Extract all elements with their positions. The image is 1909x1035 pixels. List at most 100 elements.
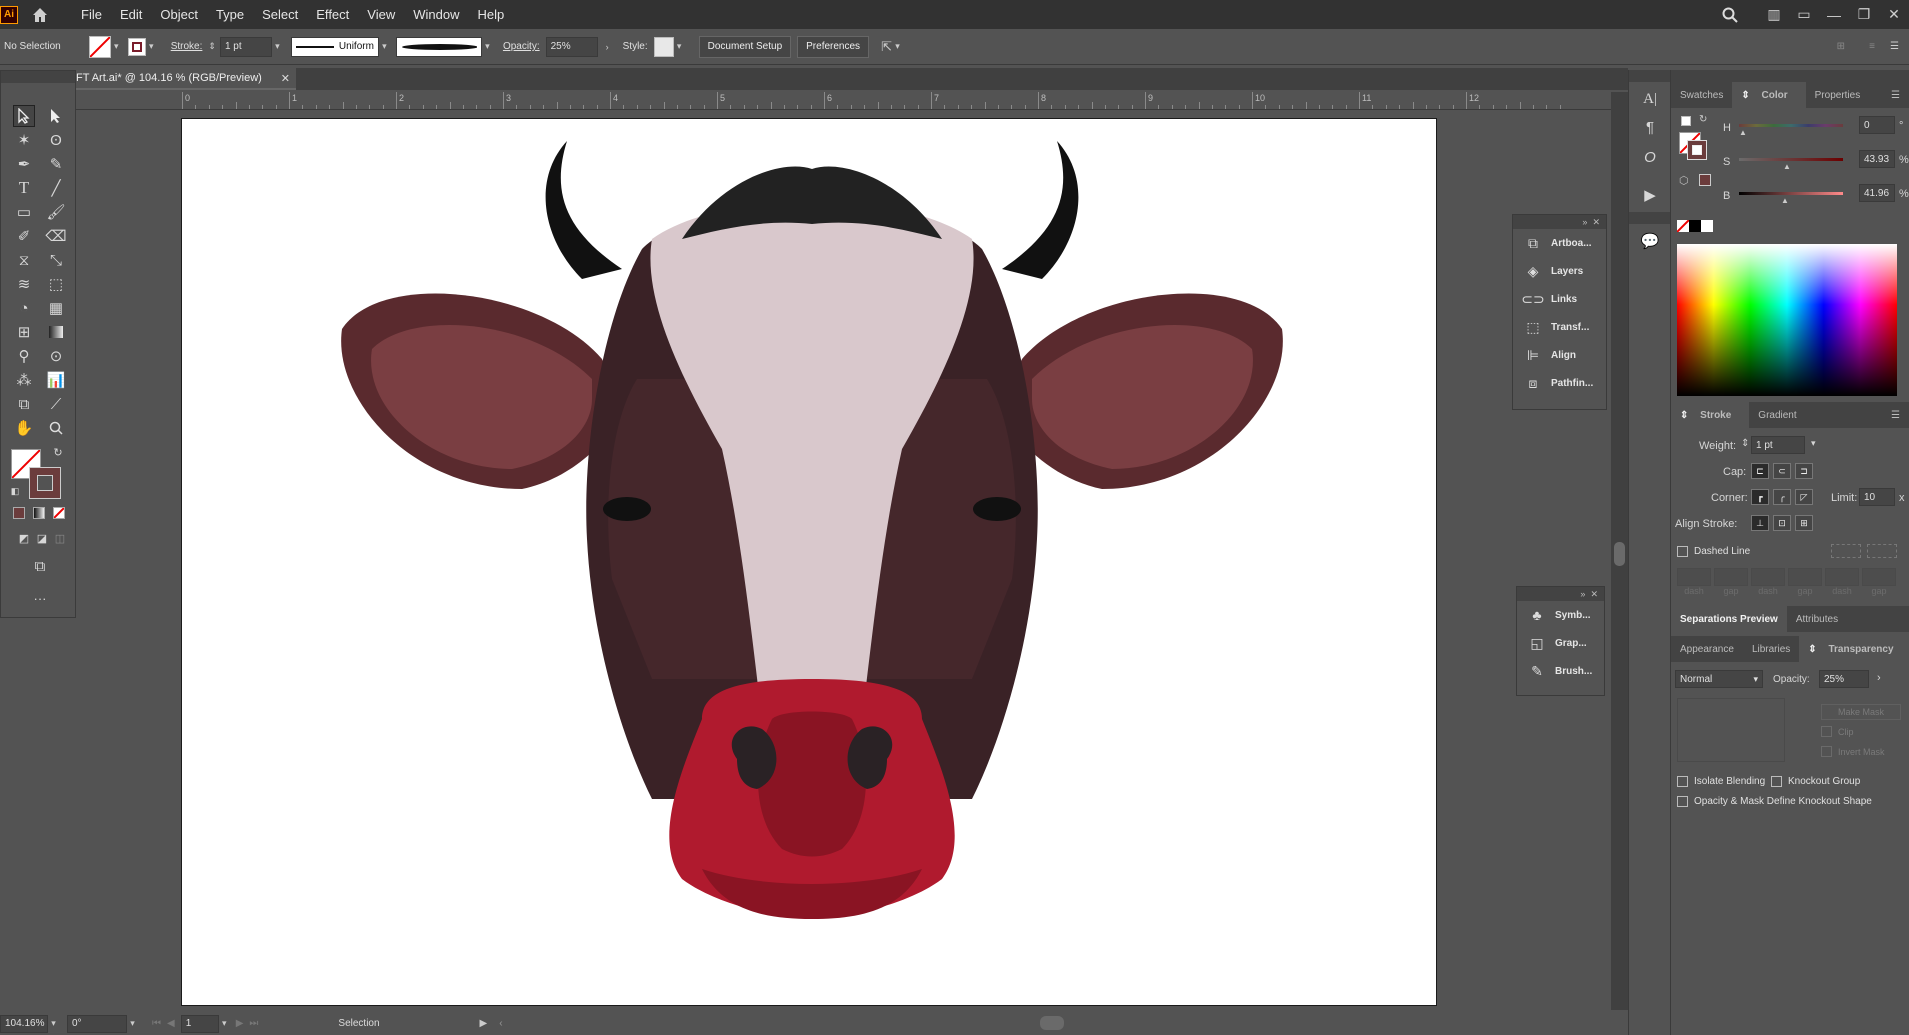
tab-gradient[interactable]: Gradient: [1749, 402, 1805, 428]
s-slider[interactable]: [1739, 158, 1843, 161]
scale-tool-icon[interactable]: ⤡: [45, 249, 67, 271]
tab-swatches[interactable]: Swatches: [1671, 82, 1732, 108]
vertical-scrollbar[interactable]: [1611, 92, 1628, 1010]
clip-row[interactable]: Clip: [1821, 726, 1854, 737]
selection-tool-icon[interactable]: [13, 105, 35, 127]
align-outside-icon[interactable]: ⊞: [1795, 515, 1813, 531]
chevron-down-icon[interactable]: ▾: [48, 1018, 59, 1029]
menu-select[interactable]: Select: [253, 7, 307, 22]
invert-mask-checkbox[interactable]: [1821, 746, 1832, 757]
tab-attributes[interactable]: Attributes: [1787, 606, 1847, 632]
tab-properties[interactable]: Properties: [1806, 82, 1870, 108]
pen-tool-icon[interactable]: ✒: [13, 153, 35, 175]
menu-help[interactable]: Help: [468, 7, 513, 22]
miter-join-icon[interactable]: ┏: [1751, 489, 1769, 505]
chevron-down-icon[interactable]: ▾: [219, 1018, 230, 1029]
close-icon[interactable]: ✕: [1590, 589, 1598, 600]
cow-artwork[interactable]: [182, 119, 1438, 1007]
first-artboard-icon[interactable]: ⏮: [152, 1018, 161, 1029]
menu-type[interactable]: Type: [207, 7, 253, 22]
rotation-field[interactable]: 0°: [67, 1014, 127, 1033]
dash-field-2[interactable]: [1751, 568, 1785, 586]
clip-checkbox[interactable]: [1821, 726, 1832, 737]
tab-stroke[interactable]: ⇕ Stroke: [1671, 402, 1750, 428]
menu-file[interactable]: File: [72, 7, 111, 22]
align-inside-icon[interactable]: ⊡: [1773, 515, 1791, 531]
h-slider-thumb[interactable]: ▲: [1739, 128, 1747, 137]
default-fill-stroke-icon[interactable]: ◧: [9, 485, 21, 497]
panel-item-artboards[interactable]: ⧉ Artboa...: [1513, 229, 1606, 257]
gradient-tool-icon[interactable]: [45, 321, 67, 343]
white-swatch[interactable]: [1701, 220, 1713, 232]
h-slider[interactable]: [1739, 124, 1843, 127]
character-icon[interactable]: A|: [1639, 88, 1661, 110]
chevron-down-icon[interactable]: ▾: [111, 41, 122, 52]
next-artboard-icon[interactable]: ▶: [236, 1018, 244, 1029]
menu-object[interactable]: Object: [151, 7, 207, 22]
knockout-group-row[interactable]: Knockout Group: [1771, 776, 1860, 787]
artboard[interactable]: [181, 118, 1437, 1006]
stroke-color-icon[interactable]: [29, 467, 61, 499]
panel-item-align[interactable]: ⊫ Align: [1513, 341, 1606, 369]
stroke-swatch[interactable]: [127, 37, 146, 56]
menu-icon[interactable]: ☰: [1890, 41, 1899, 52]
tab-color[interactable]: ⇕ Color: [1732, 82, 1806, 108]
chevron-right-icon[interactable]: ›: [1877, 672, 1881, 684]
curvature-tool-icon[interactable]: ✎: [45, 153, 67, 175]
comments-icon[interactable]: 💬: [1639, 230, 1661, 252]
rotate-tool-icon[interactable]: ⧖: [13, 249, 35, 271]
align-options-icon[interactable]: ≡: [1869, 41, 1875, 52]
arrange-icon[interactable]: ⇱: [881, 39, 892, 55]
edit-toolbar-icon[interactable]: ···: [29, 587, 51, 609]
isolate-blending-row[interactable]: Isolate Blending: [1677, 776, 1765, 787]
chevron-down-icon[interactable]: ▾: [674, 41, 685, 52]
actions-icon[interactable]: ▶: [1639, 184, 1661, 206]
make-mask-button[interactable]: Make Mask: [1821, 704, 1901, 720]
type-tool-icon[interactable]: T: [13, 177, 35, 199]
vertical-scroll-thumb[interactable]: [1614, 542, 1625, 566]
collapse-icon[interactable]: »: [1582, 217, 1587, 227]
rectangle-tool-icon[interactable]: ▭: [13, 201, 35, 223]
slice-tool-icon[interactable]: ⟋: [45, 393, 67, 415]
menu-view[interactable]: View: [358, 7, 404, 22]
brush-definition[interactable]: [395, 36, 482, 57]
h-field[interactable]: 0: [1859, 116, 1895, 134]
panel-item-symbols[interactable]: ♣ Symb...: [1517, 601, 1604, 629]
status-menu-icon[interactable]: ▶: [480, 1018, 488, 1029]
opacity-label[interactable]: Opacity:: [503, 41, 540, 52]
panel-item-layers[interactable]: ◈ Layers: [1513, 257, 1606, 285]
gap-field-3[interactable]: [1862, 568, 1896, 586]
direct-selection-tool-icon[interactable]: [45, 105, 67, 127]
chevron-down-icon[interactable]: ▾: [892, 41, 903, 52]
symbol-sprayer-tool-icon[interactable]: ⁂: [13, 369, 35, 391]
stroke-swatch[interactable]: [1687, 140, 1707, 160]
chevron-down-icon[interactable]: ▾: [272, 41, 283, 52]
horizontal-scroll-thumb[interactable]: [1040, 1016, 1064, 1030]
panel-item-links[interactable]: ⊂⊃ Links: [1513, 285, 1606, 313]
close-icon[interactable]: ✕: [1592, 217, 1600, 228]
perspective-grid-tool-icon[interactable]: ▦: [45, 297, 67, 319]
chevron-down-icon[interactable]: ▾: [379, 41, 390, 52]
panel-item-graphic-styles[interactable]: ◱ Grap...: [1517, 629, 1604, 657]
blend-mode-select[interactable]: Normal ▾: [1675, 670, 1763, 688]
butt-cap-icon[interactable]: ⊏: [1751, 463, 1769, 479]
prev-artboard-icon[interactable]: ◀: [167, 1018, 175, 1029]
tab-separations-preview[interactable]: Separations Preview: [1671, 606, 1787, 632]
tab-appearance[interactable]: Appearance: [1671, 636, 1743, 662]
b-slider-thumb[interactable]: ▲: [1781, 196, 1789, 205]
arrange-docs-icon[interactable]: ▭: [1789, 6, 1819, 23]
artboard-number-field[interactable]: 1: [180, 1014, 219, 1033]
default-colors-icon[interactable]: [1681, 116, 1691, 126]
menu-effect[interactable]: Effect: [307, 7, 358, 22]
none-swatch[interactable]: [1676, 219, 1690, 233]
opacity-field[interactable]: 25%: [545, 36, 598, 57]
gap-field-2[interactable]: [1788, 568, 1822, 586]
chevron-down-icon[interactable]: ▾: [146, 41, 157, 52]
stepper-icon[interactable]: ⇕: [1741, 438, 1749, 449]
out-of-gamut-icon[interactable]: ⬡: [1679, 174, 1689, 187]
close-icon[interactable]: ✕: [1879, 6, 1909, 23]
color-spectrum[interactable]: [1677, 244, 1897, 396]
width-tool-icon[interactable]: ≋: [13, 273, 35, 295]
shaper-tool-icon[interactable]: ✐: [13, 225, 35, 247]
menu-window[interactable]: Window: [404, 7, 468, 22]
